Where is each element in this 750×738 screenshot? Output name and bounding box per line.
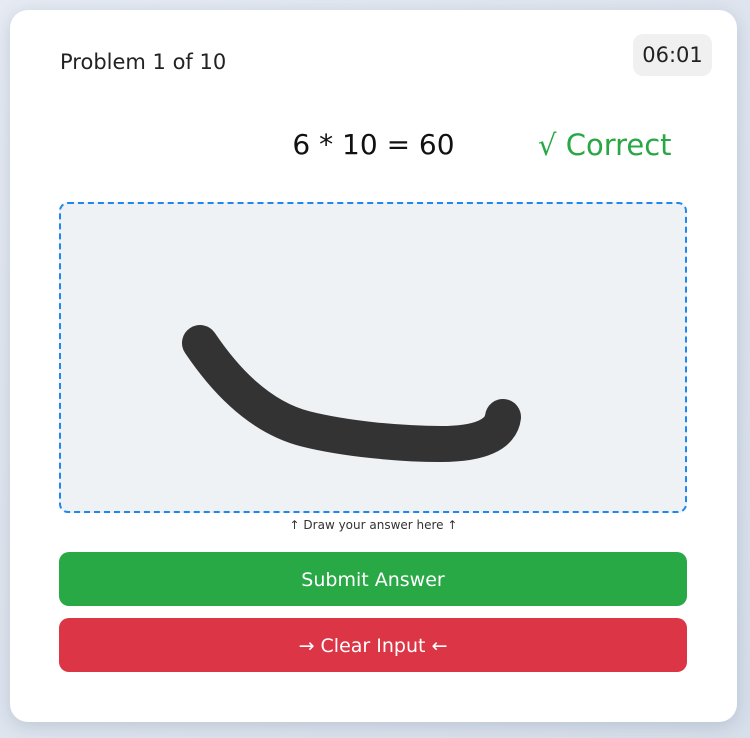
handwritten-stroke (182, 325, 521, 462)
problem-counter: Problem 1 of 10 (60, 50, 227, 74)
submit-answer-button[interactable]: Submit Answer (59, 552, 687, 606)
canvas-hint: ↑ Draw your answer here ↑ (289, 518, 458, 532)
result-feedback: √ Correct (538, 128, 672, 162)
drawing-canvas[interactable] (59, 202, 687, 513)
quiz-card: Problem 1 of 10 06:01 6 * 10 = 60 √ Corr… (10, 10, 737, 722)
clear-input-button[interactable]: → Clear Input ← (59, 618, 687, 672)
timer: 06:01 (633, 34, 712, 76)
